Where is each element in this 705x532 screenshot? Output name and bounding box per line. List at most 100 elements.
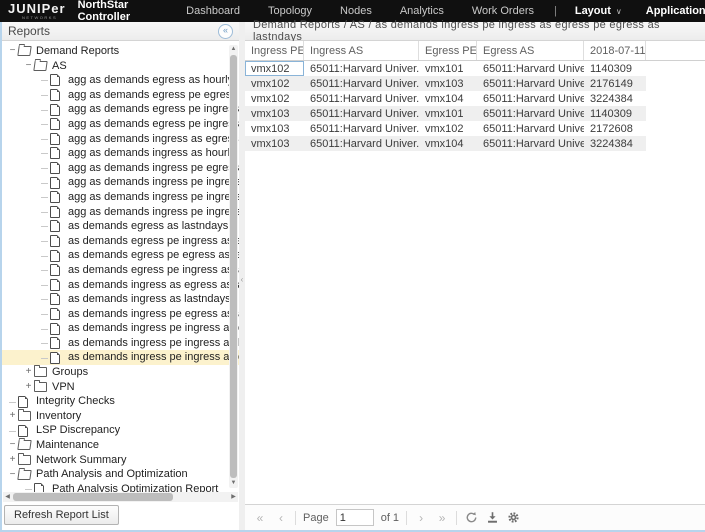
table-cell[interactable]: 65011:Harvard Univer... [477, 76, 584, 91]
table-cell[interactable]: 65011:Harvard Univer... [477, 106, 584, 121]
scroll-up-icon[interactable]: ▲ [229, 45, 238, 54]
table-cell[interactable]: 65011:Harvard Univer... [304, 106, 419, 121]
tree-item-as-demands-egress-pe-egress-as-lastndays[interactable]: as demands egress pe egress as lastndays [2, 248, 239, 263]
tree-item-groups[interactable]: +Groups [2, 365, 239, 380]
table-cell[interactable]: 65011:Harvard Univer... [477, 91, 584, 106]
tree-item-as-demands-ingress-pe-ingress-as-egress-[interactable]: as demands ingress pe ingress as egress … [2, 321, 239, 336]
nav-item-work-orders[interactable]: Work Orders [458, 5, 548, 17]
tree-item-agg-as-demands-egress-as-hourly[interactable]: agg as demands egress as hourly [2, 73, 239, 88]
column-header-egress-pe[interactable]: Egress PE [419, 41, 477, 60]
tree-item-as-demands-ingress-as-lastndays[interactable]: as demands ingress as lastndays [2, 292, 239, 307]
tree-item-as-demands-ingress-pe-egress-as-lastnday[interactable]: as demands ingress pe egress as lastnday… [2, 307, 239, 322]
next-page-icon[interactable]: › [414, 511, 428, 525]
table-cell[interactable]: vmx102 [245, 76, 304, 91]
table-cell[interactable]: 65011:Harvard Univer... [304, 136, 419, 151]
column-header-2018-07-11[interactable]: 2018-07-11 [584, 41, 646, 60]
table-cell[interactable]: 3224384 [584, 91, 646, 106]
first-page-icon[interactable]: « [253, 511, 267, 525]
table-cell[interactable]: vmx101 [419, 106, 477, 121]
expand-icon[interactable]: + [23, 382, 34, 392]
tree-item-path-analysis-optimization-report[interactable]: Path Analysis Optimization Report [2, 482, 239, 492]
tree-item-agg-as-demands-ingress-pe-egress-as-hour[interactable]: agg as demands ingress pe egress as hour… [2, 161, 239, 176]
tree-item-agg-as-demands-ingress-pe-ingress-as-egr[interactable]: agg as demands ingress pe ingress as egr… [2, 190, 239, 205]
tree-item-as-demands-egress-pe-ingress-as-lastnday[interactable]: as demands egress pe ingress as lastnday… [2, 263, 239, 278]
tree-horizontal-scrollbar[interactable]: ◀ ▶ [3, 492, 238, 502]
page-number-input[interactable] [336, 509, 374, 526]
table-cell[interactable]: 65011:Harvard Univer... [477, 136, 584, 151]
table-row[interactable]: vmx10265011:Harvard Univer...vmx10465011… [245, 91, 705, 106]
table-cell[interactable]: 3224384 [584, 136, 646, 151]
table-cell[interactable]: vmx103 [245, 136, 304, 151]
table-cell[interactable]: vmx102 [245, 91, 304, 106]
collapse-icon[interactable]: − [7, 470, 18, 480]
nav-menu-applications[interactable]: Applications∨ [634, 5, 705, 17]
table-cell[interactable]: 2176149 [584, 76, 646, 91]
scroll-right-icon[interactable]: ▶ [229, 492, 238, 502]
settings-icon[interactable] [506, 511, 520, 525]
table-row[interactable]: vmx10265011:Harvard Univer...vmx10165011… [245, 61, 705, 76]
collapse-panel-icon[interactable]: « [218, 24, 233, 39]
table-cell[interactable]: vmx104 [419, 136, 477, 151]
tree-item-lsp-discrepancy[interactable]: LSP Discrepancy [2, 423, 239, 438]
table-cell[interactable]: vmx103 [245, 106, 304, 121]
nav-item-dashboard[interactable]: Dashboard [172, 5, 254, 17]
table-row[interactable]: vmx10265011:Harvard Univer...vmx10365011… [245, 76, 705, 91]
tree-item-as-demands-egress-pe-ingress-as-egress-a[interactable]: as demands egress pe ingress as egress a… [2, 234, 239, 249]
download-icon[interactable] [485, 511, 499, 525]
table-row[interactable]: vmx10365011:Harvard Univer...vmx10165011… [245, 106, 705, 121]
tree-item-as-demands-ingress-pe-ingress-as-lastnda[interactable]: as demands ingress pe ingress as lastnda… [2, 336, 239, 351]
table-cell[interactable]: 65011:Harvard Univer... [304, 91, 419, 106]
prev-page-icon[interactable]: ‹ [274, 511, 288, 525]
tree-item-agg-as-demands-ingress-pe-ingress-as-egr[interactable]: agg as demands ingress pe ingress as egr… [2, 175, 239, 190]
tree-hscroll-thumb[interactable] [13, 493, 173, 501]
tree-item-agg-as-demands-egress-pe-ingress-as-egre[interactable]: agg as demands egress pe ingress as egre… [2, 117, 239, 132]
refresh-report-list-button[interactable]: Refresh Report List [4, 505, 119, 525]
tree-vscroll-thumb[interactable] [230, 55, 237, 478]
table-cell[interactable]: 65011:Harvard Univer... [304, 61, 419, 76]
refresh-icon[interactable] [464, 511, 478, 525]
column-header-ingress-as[interactable]: Ingress AS [304, 41, 419, 60]
scroll-down-icon[interactable]: ▼ [229, 479, 238, 488]
table-cell[interactable]: 65011:Harvard Univer... [477, 61, 584, 76]
nav-item-analytics[interactable]: Analytics [386, 5, 458, 17]
table-cell[interactable]: vmx103 [245, 121, 304, 136]
tree-item-network-summary[interactable]: +Network Summary [2, 453, 239, 468]
table-row[interactable]: vmx10365011:Harvard Univer...vmx10465011… [245, 136, 705, 151]
tree-item-agg-as-demands-ingress-pe-ingress-as-hou[interactable]: agg as demands ingress pe ingress as hou… [2, 205, 239, 220]
table-cell[interactable]: vmx101 [419, 61, 477, 76]
tree-item-agg-as-demands-ingress-as-egress-as-hour[interactable]: agg as demands ingress as egress as hour… [2, 132, 239, 147]
nav-item-nodes[interactable]: Nodes [326, 5, 386, 17]
table-cell[interactable]: 65011:Harvard Univer... [304, 121, 419, 136]
table-cell[interactable]: vmx103 [419, 76, 477, 91]
table-cell[interactable]: vmx104 [419, 91, 477, 106]
table-cell[interactable]: vmx102 [245, 61, 304, 76]
tree-item-as-demands-ingress-pe-ingress-as-egress-[interactable]: as demands ingress pe ingress as egress … [2, 350, 239, 365]
tree-item-as[interactable]: −AS [2, 59, 239, 74]
tree-item-vpn[interactable]: +VPN [2, 380, 239, 395]
expand-icon[interactable]: + [23, 367, 34, 377]
scroll-left-icon[interactable]: ◀ [3, 492, 12, 502]
collapse-icon[interactable]: − [23, 61, 34, 71]
tree-item-agg-as-demands-egress-pe-ingress-as-hour[interactable]: agg as demands egress pe ingress as hour… [2, 102, 239, 117]
expand-icon[interactable]: + [7, 455, 18, 465]
tree-item-integrity-checks[interactable]: Integrity Checks [2, 394, 239, 409]
table-cell[interactable]: 65011:Harvard Univer... [477, 121, 584, 136]
nav-item-topology[interactable]: Topology [254, 5, 326, 17]
tree-item-agg-as-demands-ingress-as-hourly[interactable]: agg as demands ingress as hourly [2, 146, 239, 161]
last-page-icon[interactable]: » [435, 511, 449, 525]
expand-icon[interactable]: + [7, 411, 18, 421]
column-header-egress-as[interactable]: Egress AS [477, 41, 584, 60]
table-row[interactable]: vmx10365011:Harvard Univer...vmx10265011… [245, 121, 705, 136]
tree-vertical-scrollbar[interactable]: ▲ ▼ [229, 45, 238, 488]
tree-item-demand-reports[interactable]: −Demand Reports [2, 44, 239, 59]
tree-item-maintenance[interactable]: −Maintenance [2, 438, 239, 453]
nav-menu-layout[interactable]: Layout∨ [563, 5, 634, 17]
tree-item-as-demands-ingress-as-egress-as-lastnday[interactable]: as demands ingress as egress as lastnday… [2, 278, 239, 293]
table-cell[interactable]: vmx102 [419, 121, 477, 136]
table-cell[interactable]: 1140309 [584, 61, 646, 76]
table-cell[interactable]: 1140309 [584, 106, 646, 121]
tree-item-inventory[interactable]: +Inventory [2, 409, 239, 424]
table-cell[interactable]: 65011:Harvard Univer... [304, 76, 419, 91]
table-cell[interactable]: 2172608 [584, 121, 646, 136]
tree-item-agg-as-demands-egress-pe-egress-as-hourl[interactable]: agg as demands egress pe egress as hourl… [2, 88, 239, 103]
